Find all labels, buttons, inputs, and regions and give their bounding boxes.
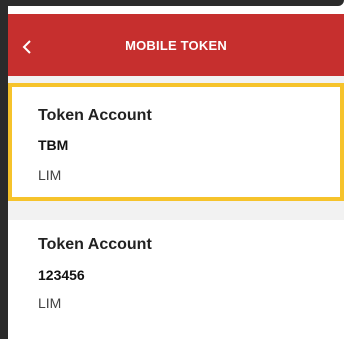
status-bar-area — [0, 0, 344, 14]
app-screen: MOBILE TOKEN Token Account TBM LIM Token… — [0, 0, 344, 339]
token-account-owner: LIM — [38, 295, 62, 311]
app-header: MOBILE TOKEN — [8, 14, 344, 76]
page-title: MOBILE TOKEN — [125, 37, 227, 53]
token-account-value: TBM — [38, 137, 69, 153]
chevron-left-icon — [22, 40, 31, 54]
token-account-label: Token Account — [38, 107, 152, 124]
token-account-owner: LIM — [38, 167, 62, 183]
token-account-card[interactable]: Token Account 123456 LIM — [8, 220, 344, 339]
token-account-card-selected[interactable]: Token Account TBM LIM — [8, 83, 344, 201]
token-account-value: 123456 — [38, 267, 85, 283]
device-bezel-top — [0, 0, 344, 6]
device-bezel-left — [0, 0, 8, 339]
back-button[interactable] — [8, 32, 48, 62]
token-account-label: Token Account — [38, 236, 152, 253]
